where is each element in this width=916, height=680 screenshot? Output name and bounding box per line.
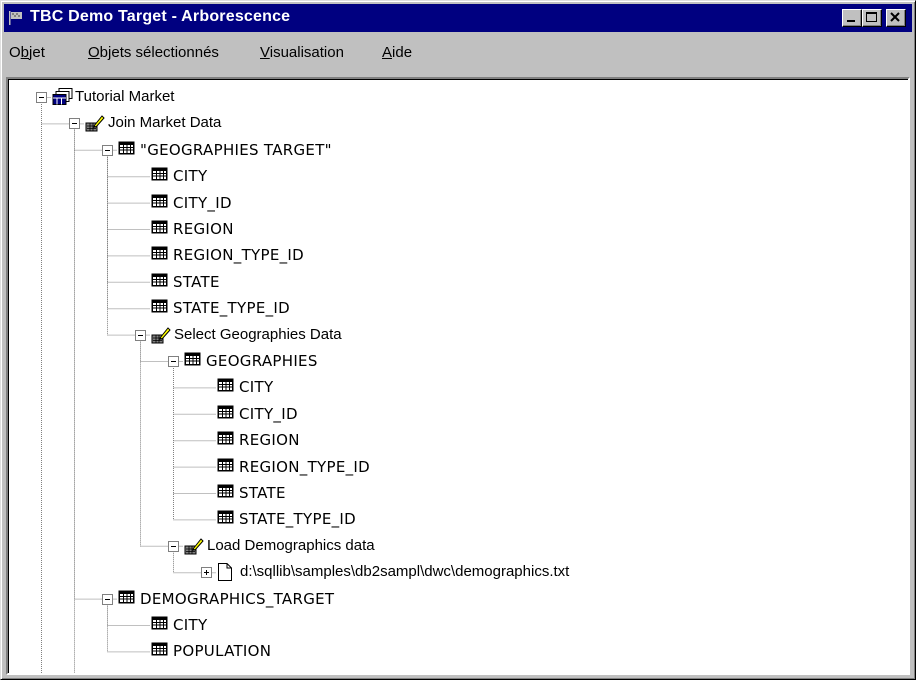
tree-node-label[interactable]: STATE <box>173 273 220 291</box>
tree-node-label[interactable]: CITY_ID <box>173 194 232 212</box>
table-icon <box>217 458 235 478</box>
table-icon <box>118 590 136 610</box>
tree-connector-lines <box>41 97 216 673</box>
collapse-toggle[interactable] <box>36 92 47 103</box>
tree-node-label[interactable]: POPULATION <box>173 642 271 660</box>
tree-node-label[interactable]: GEOGRAPHIES <box>206 352 318 370</box>
menu-objet[interactable]: Objet <box>9 44 45 61</box>
collapse-toggle[interactable] <box>168 540 179 552</box>
tree-node-label[interactable]: CITY_ID <box>239 405 298 423</box>
close-button[interactable] <box>886 9 906 27</box>
tree-node-label[interactable]: CITY <box>173 167 207 185</box>
app-window: TBC Demo Target - Arborescence Objet Obj… <box>0 0 916 680</box>
menu-objets-selectionnes-label: Objets sélectionnés <box>88 44 219 61</box>
window-title: TBC Demo Target - Arborescence <box>30 8 291 25</box>
table-icon <box>151 194 169 214</box>
tree-node-label[interactable]: Join Market Data <box>108 114 221 132</box>
tree-node-label[interactable]: STATE_TYPE_ID <box>173 299 290 317</box>
expand-toggle[interactable] <box>201 567 212 579</box>
table-icon <box>217 510 235 530</box>
table-icon <box>151 273 169 293</box>
table-icon <box>151 642 169 662</box>
step-icon <box>184 537 204 560</box>
tree-node-label[interactable]: STATE <box>239 484 286 502</box>
step-icon <box>85 114 105 137</box>
tree-node-label[interactable]: Load Demographics data <box>207 537 375 555</box>
menu-objet-label: Objet <box>9 44 45 61</box>
table-icon <box>118 141 136 161</box>
tree-node-label[interactable]: CITY <box>239 378 273 396</box>
table-icon <box>217 378 235 398</box>
minimize-button[interactable] <box>842 9 862 27</box>
menu-visualisation[interactable]: Visualisation <box>260 44 344 61</box>
menu-aide-label: Aide <box>382 44 413 61</box>
minimize-icon <box>847 20 855 22</box>
tree-node-label[interactable]: Tutorial Market <box>75 88 174 106</box>
menu-aide[interactable]: Aide <box>382 44 412 61</box>
tree-node-label[interactable]: REGION_TYPE_ID <box>173 246 304 264</box>
collapse-toggle[interactable] <box>168 356 179 367</box>
table-icon <box>184 352 202 372</box>
collapse-toggle[interactable] <box>102 144 113 156</box>
tree-view[interactable]: Tutorial Market Join Market Data "GEOGRAPH… <box>6 77 910 675</box>
collapse-toggle[interactable] <box>135 329 146 341</box>
table-icon <box>151 220 169 240</box>
app-flag-icon <box>9 11 22 25</box>
table-icon <box>217 484 235 504</box>
step-icon <box>151 326 171 349</box>
tree-node-label[interactable]: REGION <box>173 220 234 238</box>
table-icon <box>151 616 169 636</box>
collapse-toggle[interactable] <box>69 118 80 130</box>
table-icon <box>151 167 169 187</box>
process-tables-icon <box>52 88 74 111</box>
maximize-icon <box>866 12 877 22</box>
tree-node-label[interactable]: Select Geographies Data <box>174 326 342 344</box>
menu-bar: Objet Objets sélectionnés Visualisation … <box>4 35 912 75</box>
maximize-button[interactable] <box>862 9 882 27</box>
table-icon <box>151 299 169 319</box>
title-bar[interactable]: TBC Demo Target - Arborescence <box>4 4 912 32</box>
close-icon <box>890 12 900 22</box>
tree-node-label[interactable]: d:\sqllib\samples\db2sampl\dwc\demograph… <box>240 563 569 581</box>
tree-node-label[interactable]: REGION_TYPE_ID <box>239 458 370 476</box>
tree-node-label[interactable]: CITY <box>173 616 207 634</box>
menu-objets-selectionnes[interactable]: Objets sélectionnés <box>88 44 219 61</box>
collapse-toggle[interactable] <box>102 593 113 605</box>
tree-node-label[interactable]: DEMOGRAPHICS_TARGET <box>140 590 334 608</box>
tree-node-label[interactable]: REGION <box>239 431 300 449</box>
file-icon <box>217 563 233 586</box>
tree-node-label[interactable]: STATE_TYPE_ID <box>239 510 356 528</box>
menu-visualisation-label: Visualisation <box>260 44 344 61</box>
table-icon <box>217 405 235 425</box>
table-icon <box>217 431 235 451</box>
table-icon <box>151 246 169 266</box>
tree-node-label[interactable]: "GEOGRAPHIES TARGET" <box>140 141 332 159</box>
